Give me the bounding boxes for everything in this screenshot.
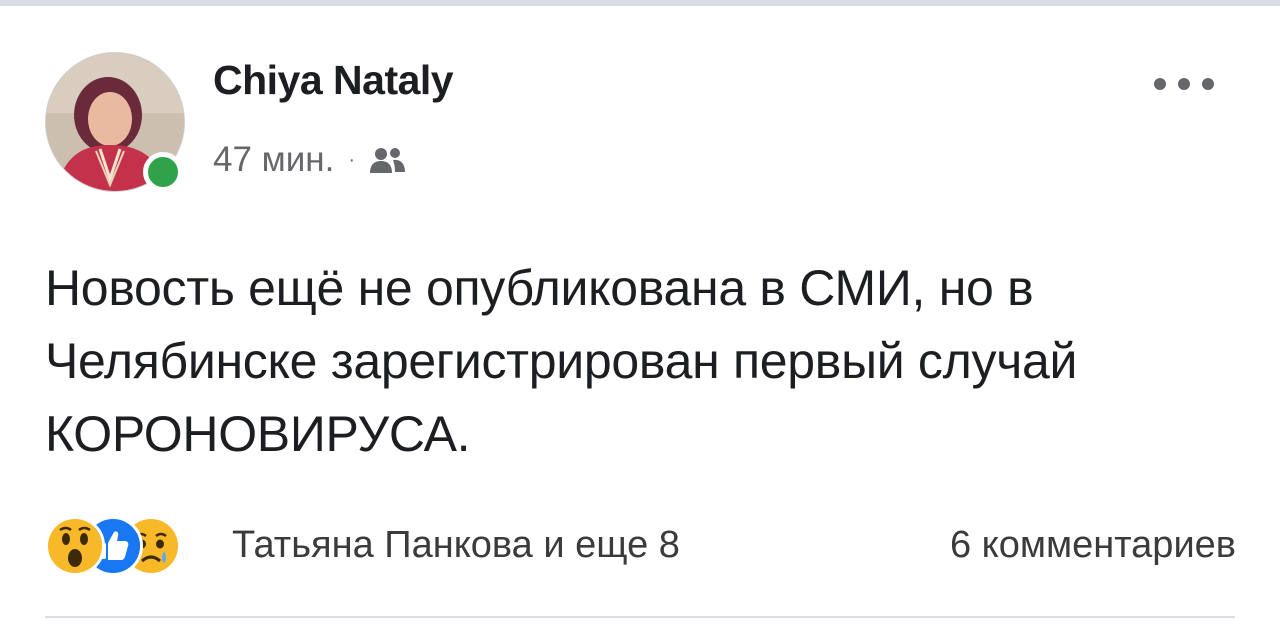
more-options-button[interactable] <box>1154 72 1214 96</box>
action-bar-divider <box>45 616 1235 618</box>
post-body-text: Новость ещё не опубликована в СМИ, но в … <box>45 260 1078 462</box>
post-card: Chiya Nataly 47 мин. · Новость ещё не оп… <box>0 6 1280 630</box>
author-avatar[interactable] <box>45 52 185 192</box>
post-meta: 47 мин. · <box>213 142 407 177</box>
comments-count-link[interactable]: 6 комментариев <box>950 526 1236 564</box>
author-name-link[interactable]: Chiya Nataly <box>213 60 454 101</box>
more-dot-icon <box>1154 78 1166 90</box>
more-dot-icon <box>1178 78 1190 90</box>
more-dot-icon <box>1202 78 1214 90</box>
reactions-summary-link[interactable]: Татьяна Панкова и еще 8 <box>232 526 680 564</box>
reaction-icons[interactable] <box>45 514 181 578</box>
post-timestamp[interactable]: 47 мин. <box>213 142 334 177</box>
friends-icon[interactable] <box>367 145 407 175</box>
online-status-indicator <box>143 152 183 192</box>
wow-icon <box>45 516 105 576</box>
meta-separator: · <box>348 148 355 171</box>
